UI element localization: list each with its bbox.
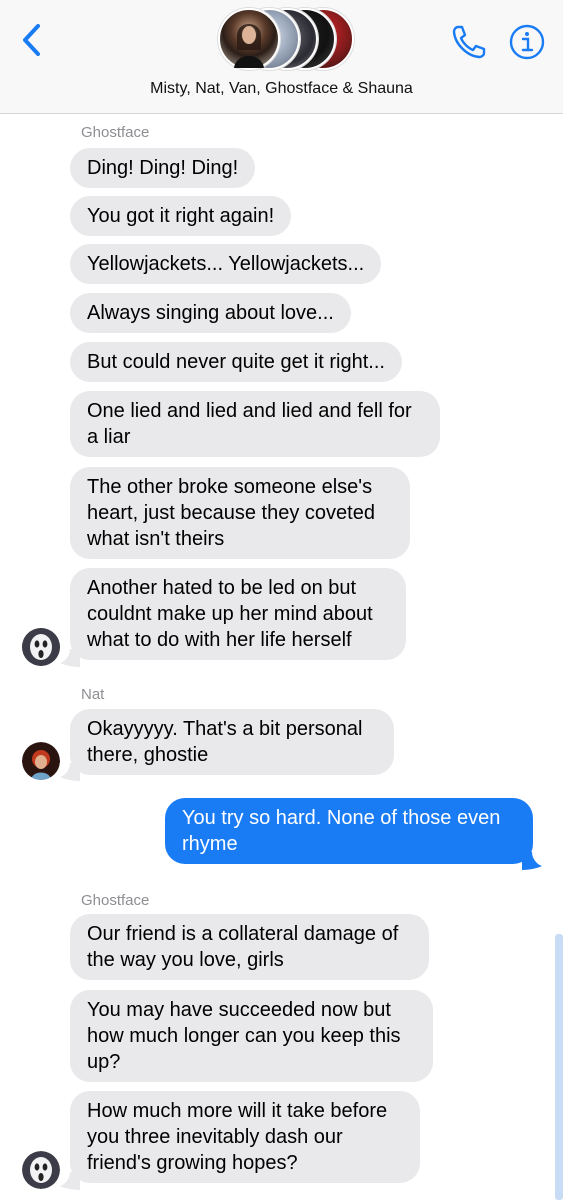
message-bubble[interactable]: The other broke someone else's heart, ju… [70,467,410,559]
avatar[interactable] [22,1151,60,1189]
avatar[interactable] [22,628,60,666]
message-thread[interactable]: Ghostface Ding! Ding! Ding! You got it r… [0,114,563,1200]
group-name[interactable]: Misty, Nat, Van, Ghostface & Shauna [0,80,563,98]
group-avatars[interactable] [216,8,354,70]
message-bubble[interactable]: One lied and lied and lied and fell for … [70,391,440,457]
ghostface-avatar-icon [22,1151,60,1189]
message-bubble[interactable]: Another hated to be led on but couldnt m… [70,568,406,660]
message-bubble[interactable]: Our friend is a collateral damage of the… [70,914,429,980]
chevron-left-icon[interactable] [18,22,48,58]
message-bubble[interactable]: How much more will it take before you th… [70,1091,420,1183]
info-icon[interactable] [507,22,547,62]
message-bubble[interactable]: Yellowjackets... Yellowjackets... [70,244,382,284]
conversation-header: Misty, Nat, Van, Ghostface & Shauna [0,0,563,114]
message-bubble[interactable]: Ding! Ding! Ding! [70,148,256,188]
avatar[interactable] [22,742,60,780]
bubble-tail [60,649,80,667]
message-bubble[interactable]: You got it right again! [70,196,292,236]
phone-icon[interactable] [449,22,489,62]
sent-message-bubble[interactable]: You try so hard. None of those even rhym… [165,798,533,864]
message-bubble[interactable]: You may have succeeded now but how much … [70,990,433,1082]
avatar [218,8,280,70]
bubble-tail [60,1172,80,1190]
bubble-tail [60,763,80,781]
message-bubble[interactable]: But could never quite get it right... [70,342,402,382]
sender-name: Nat [81,686,105,703]
message-bubble[interactable]: Always singing about love... [70,293,351,333]
nat-avatar-icon [22,742,60,780]
sender-name: Ghostface [81,124,150,141]
sender-name: Ghostface [81,892,150,909]
scrollbar[interactable] [555,934,563,1200]
message-bubble[interactable]: Okayyyyy. That's a bit personal there, g… [70,709,394,775]
bubble-tail [522,852,542,870]
ghostface-avatar-icon [22,628,60,666]
portrait-icon [234,24,264,68]
